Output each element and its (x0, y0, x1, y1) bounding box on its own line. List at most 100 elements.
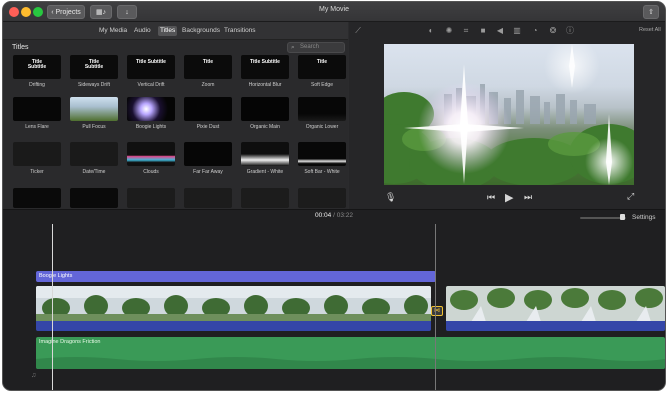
title-bar: ‹ Projects ▦♪ ↓ My Movie ⇧ (3, 2, 665, 22)
title-tile[interactable]: Title (184, 55, 232, 79)
title-tile-label: Sideways Drift (78, 82, 110, 88)
title-tile[interactable] (13, 142, 61, 166)
content-browser: My Media Audio Titles Backgrounds Transi… (3, 22, 348, 209)
title-tile[interactable]: Title Subtitle (241, 55, 289, 79)
adjustments-toolbar: ⟋ ◐ ✺ ⌗ ■ ◀ ▥ ◔ ❂ ⓘ Reset All (349, 22, 665, 40)
browser-tabs: My Media Audio Titles Backgrounds Transi… (3, 22, 348, 40)
settings-button[interactable]: Settings (632, 214, 656, 221)
title-tile[interactable]: Title Subtitle (127, 55, 175, 79)
video-preview (384, 44, 634, 185)
title-tile-label: Pixie Dust (196, 124, 220, 130)
fullscreen-icon[interactable]: ⤢ (627, 191, 634, 202)
title-tile[interactable] (298, 97, 346, 121)
info-icon[interactable]: ⓘ (565, 26, 575, 36)
title-tile-label: Boogie Lights (135, 124, 167, 130)
title-tile[interactable] (298, 142, 346, 166)
search-field[interactable]: ⌕ Search (287, 42, 345, 53)
color-balance-icon[interactable]: ◐ (426, 26, 436, 36)
music-waveform (36, 357, 665, 369)
title-tile[interactable] (241, 188, 289, 208)
skimmer-line (435, 224, 436, 390)
title-tile-label: Soft Bar - White (304, 169, 340, 175)
title-tile-label: Far Far Away (193, 169, 223, 175)
title-tile[interactable] (241, 142, 289, 166)
title-tile-label: Date/Time (82, 169, 106, 175)
noise-reduction-icon[interactable]: ▥ (512, 26, 522, 36)
clip-audio-waveform (446, 321, 665, 331)
title-tile[interactable]: Title (298, 55, 346, 79)
title-tile-label: Ticker (30, 169, 44, 175)
timecode-display: 00:04 / 03:22 (3, 212, 665, 219)
tab-titles[interactable]: Titles (158, 26, 178, 36)
window-title: My Movie (319, 6, 349, 13)
tile-preview-text: Title (202, 59, 214, 65)
music-clip[interactable]: Imagine Dragons Friction (36, 337, 665, 369)
viewer-panel: ⟋ ◐ ✺ ⌗ ■ ◀ ▥ ◔ ❂ ⓘ Reset All 🎙︎ ⏮ ▶ ⏭ ⤢ (349, 22, 665, 209)
reset-all-button[interactable]: Reset All (639, 27, 661, 33)
tab-backgrounds[interactable]: Backgrounds (180, 26, 222, 36)
title-tile[interactable] (298, 188, 346, 208)
search-icon: ⌕ (291, 44, 295, 51)
title-tile[interactable] (241, 97, 289, 121)
tile-preview-text: Title (316, 59, 328, 65)
share-icon: ⇧ (648, 9, 654, 16)
title-tile[interactable]: Title Subtitle (13, 55, 61, 79)
title-tile-label: Drifting (29, 82, 45, 88)
skip-forward-icon[interactable]: ⏭ (524, 192, 532, 203)
volume-icon[interactable]: ◀ (495, 26, 505, 36)
title-tile[interactable] (127, 97, 175, 121)
transition-icon[interactable]: ⋈ (431, 306, 443, 316)
title-tile[interactable] (184, 142, 232, 166)
tile-preview-text: Title Subtitle (250, 59, 280, 65)
title-tile[interactable] (70, 142, 118, 166)
tab-transitions[interactable]: Transitions (222, 26, 258, 36)
title-tile-label: Lens Flare (25, 124, 49, 130)
title-tile[interactable] (184, 97, 232, 121)
title-tile-label: Soft Edge (311, 82, 333, 88)
title-tile[interactable] (184, 188, 232, 208)
title-tile-label: Vertical Drift (137, 82, 165, 88)
title-tile[interactable] (13, 97, 61, 121)
current-time: 00:04 (315, 212, 332, 219)
time-separator: / (333, 212, 335, 219)
title-tile[interactable] (127, 188, 175, 208)
title-tile[interactable]: Title Subtitle (70, 55, 118, 79)
title-tile-label: Organic Main (250, 124, 280, 130)
share-button[interactable]: ⇧ (643, 5, 659, 19)
title-tile[interactable] (70, 188, 118, 208)
section-title: Titles (12, 44, 29, 51)
title-tile-label: Clouds (143, 169, 159, 175)
color-correction-icon[interactable]: ✺ (444, 26, 454, 36)
search-input[interactable]: Search (300, 43, 319, 52)
skip-back-icon[interactable]: ⏮ (487, 192, 495, 203)
clip-filter-icon[interactable]: ❂ (548, 26, 558, 36)
title-tile-label: Horizontal Blur (248, 82, 282, 88)
magic-wand-icon[interactable]: ⟋ (353, 26, 363, 36)
title-tile-label: Gradient - White (246, 169, 284, 175)
speed-icon[interactable]: ◔ (530, 26, 540, 36)
play-icon[interactable]: ▶ (505, 191, 513, 204)
video-clip-2[interactable] (446, 286, 665, 331)
playhead[interactable] (52, 224, 53, 390)
title-tile[interactable] (127, 142, 175, 166)
tile-preview-text: Title Subtitle (84, 59, 104, 70)
tile-preview-text: Title Subtitle (136, 59, 166, 65)
stabilization-icon[interactable]: ■ (478, 26, 488, 36)
title-tile[interactable] (70, 97, 118, 121)
tab-audio[interactable]: Audio (132, 26, 153, 36)
tile-preview-text: Title Subtitle (27, 59, 47, 70)
imovie-window: ‹ Projects ▦♪ ↓ My Movie ⇧ My Media Audi… (3, 2, 665, 390)
tab-my-media[interactable]: My Media (97, 26, 129, 36)
total-time: 03:22 (336, 212, 353, 219)
video-clip-1[interactable] (36, 286, 431, 331)
preview-frame (384, 44, 634, 185)
microphone-icon[interactable]: 🎙︎ (385, 192, 396, 203)
clip-thumbnails (36, 286, 431, 322)
timeline[interactable]: 00:04 / 03:22 Settings Boogie Lights ⋈ I… (3, 210, 665, 390)
clip-audio-waveform (36, 321, 431, 331)
title-tile[interactable] (13, 188, 61, 208)
timeline-zoom-knob[interactable] (620, 214, 625, 220)
title-clip[interactable]: Boogie Lights (36, 271, 436, 282)
crop-icon[interactable]: ⌗ (461, 26, 471, 36)
title-tile-label: Pull Focus (82, 124, 106, 130)
